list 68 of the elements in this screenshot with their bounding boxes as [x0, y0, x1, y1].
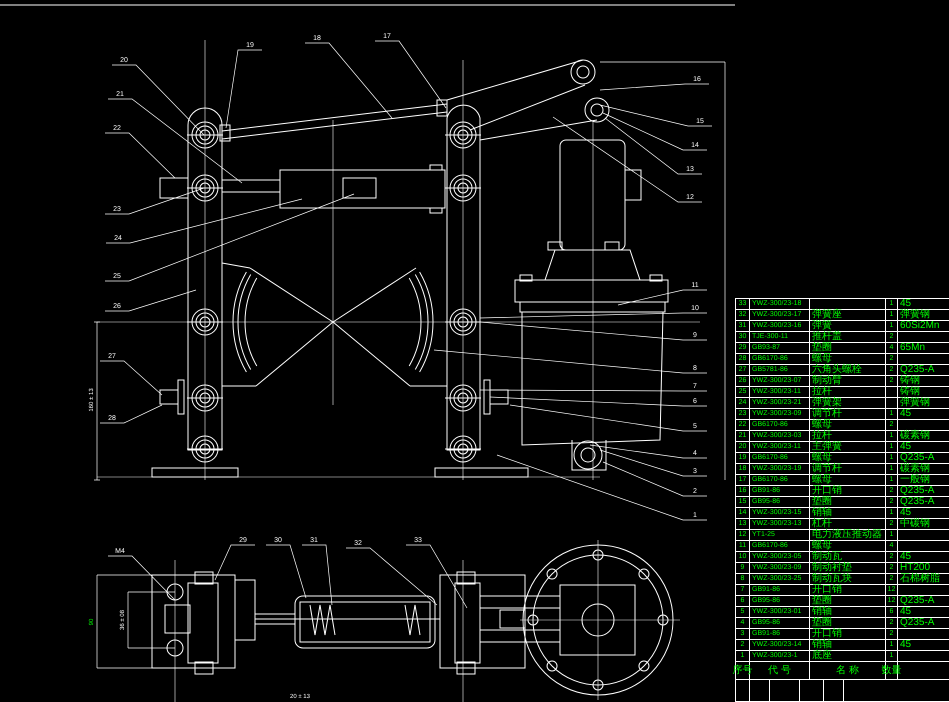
table-cell: 螺母: [810, 420, 886, 431]
table-cell: 弹簧: [810, 321, 886, 332]
table-cell: 螺母: [810, 453, 886, 464]
table-cell: 中碳钢: [898, 519, 949, 530]
table-cell: 销轴: [810, 607, 886, 618]
table-cell: 调节杆: [810, 464, 886, 475]
table-cell: 弹簧架: [810, 398, 886, 409]
table-cell: 调节杆: [810, 409, 886, 420]
table-cell: Q235-A: [898, 497, 949, 508]
table-cell: 制动衬垫: [810, 563, 886, 574]
leader-line: [100, 360, 162, 396]
table-cell: 开口销: [810, 585, 886, 596]
table-cell: 销轴: [810, 508, 886, 519]
table-cell: 开口销: [810, 629, 886, 640]
table-cell: 拉杆: [810, 431, 886, 442]
table-cell: 45: [898, 607, 949, 618]
table-cell: 一般钢: [898, 475, 949, 486]
table-cell: 电力液压推动器: [810, 530, 886, 541]
leader-line: [302, 544, 332, 606]
table-cell: 弹簧钢: [898, 398, 949, 409]
table-cell: 碳素钢: [898, 431, 949, 442]
table-cell: Q235-A: [898, 596, 949, 607]
table-cell: 制动瓦: [810, 552, 886, 563]
table-cell: 65Mn: [898, 343, 949, 354]
table-cell: Q235-A: [898, 365, 949, 376]
table-cell: Q235-A: [898, 486, 949, 497]
table-cell: 开口销: [810, 486, 886, 497]
table-cell: Q235-A: [898, 618, 949, 629]
table-cell: 60Si2Mn: [898, 321, 949, 332]
table-cell: 垫圈: [810, 497, 886, 508]
table-cell: Q235-A: [898, 453, 949, 464]
table-cell: 弹簧座: [810, 310, 886, 321]
table-cell: 制动臂: [810, 376, 886, 387]
table-cell: 铸钢: [898, 387, 949, 398]
table-cell: 制动瓦块: [810, 574, 886, 585]
table-cell: 推杆盖: [810, 332, 886, 343]
table-cell: 45: [898, 299, 949, 310]
table-cell: 铸钢: [898, 376, 949, 387]
column-header: 名 称: [836, 664, 859, 676]
table-cell: 底座: [810, 651, 886, 662]
table-cell: 杠杆: [810, 519, 886, 530]
leader-line: [100, 404, 162, 424]
table-cell: 45: [898, 640, 949, 651]
table-cell: [886, 387, 898, 398]
table-cell: 螺母: [810, 354, 886, 365]
table-cell: [886, 398, 898, 409]
leader-line: [374, 40, 446, 108]
table-cell: 垫圈: [810, 596, 886, 607]
table-cell: 石棉树脂: [898, 574, 949, 585]
leader-line: [214, 544, 256, 580]
table-cell: 螺母: [810, 541, 886, 552]
table-cell: 45: [898, 409, 949, 420]
leader-line: [108, 556, 176, 600]
table-cell: 45: [898, 508, 949, 519]
table-cell: 垫圈: [810, 343, 886, 354]
leader-line: [266, 544, 306, 598]
table-cell: 碳素钢: [898, 464, 949, 475]
table-cell: HT200: [898, 563, 949, 574]
table-cell: 六角头螺栓: [810, 365, 886, 376]
column-header: 代 号: [768, 664, 791, 676]
table-cell: 45: [898, 442, 949, 453]
table-cell: 螺母: [810, 475, 886, 486]
table-cell: 销轴: [810, 640, 886, 651]
table-cell: 45: [898, 552, 949, 563]
table-cell: 拉杆: [810, 387, 886, 398]
table-cell: 弹簧钢: [898, 310, 949, 321]
table-cell: 垫圈: [810, 618, 886, 629]
table-cell: 主弹簧: [810, 442, 886, 453]
